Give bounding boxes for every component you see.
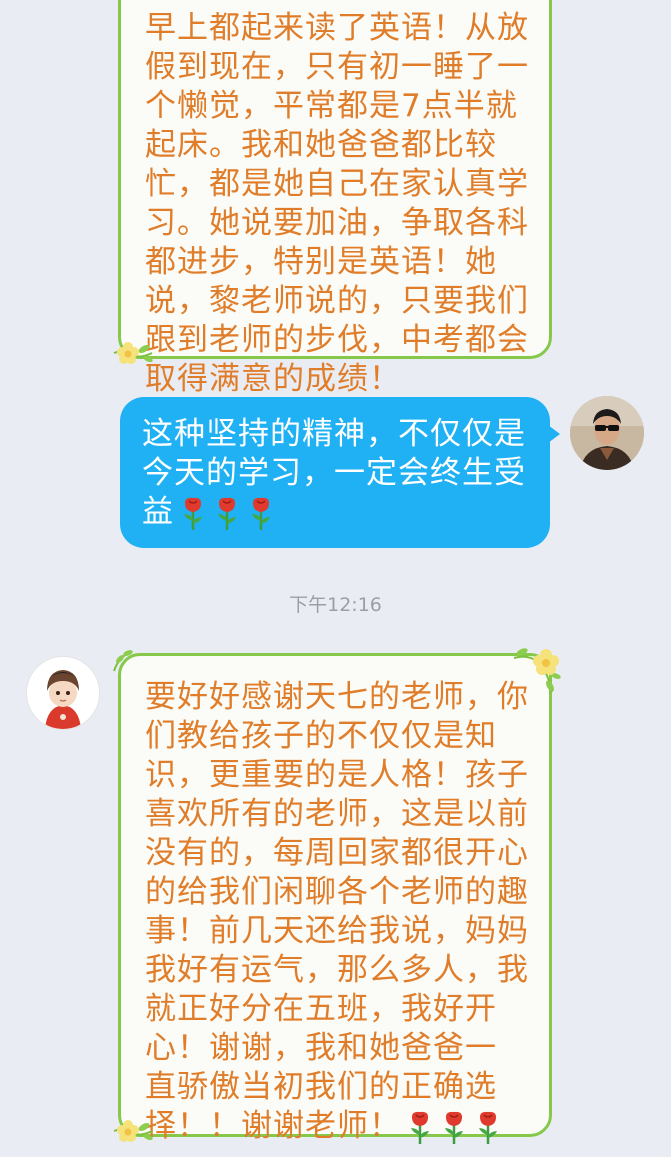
message-line: 都进步，特别是英语！她: [145, 244, 497, 280]
message-line: 起床。我和她爸爸都比较: [145, 127, 497, 163]
message-line: 个懒觉，平常都是7点半就: [145, 88, 518, 124]
message-line: 忙，都是她自己在家认真学: [145, 166, 529, 202]
message-line: 我好有运气，那么多人，我: [145, 952, 529, 988]
message-line: 直骄傲当初我们的正确选: [145, 1069, 497, 1105]
message-line-text: 益: [142, 494, 174, 530]
message-line: 跟到老师的步伐，中考都会: [145, 322, 529, 358]
message-bubble-incoming[interactable]: 要好好感谢天七的老师，你 们教给孩子的不仅仅是知 识，更重要的是人格！孩子 喜欢…: [118, 653, 552, 1144]
message-line: 喜欢所有的老师，这是以前: [145, 796, 529, 832]
rose-icon: [252, 497, 270, 530]
vine-icon: [113, 650, 133, 672]
message-line-last: 益: [142, 493, 532, 532]
message-line: 就正好分在五班，我好开: [145, 991, 497, 1027]
message-line: 这种坚持的精神，不仅仅是: [142, 416, 526, 452]
rose-icon: [445, 1111, 463, 1144]
flower-vine-icon: [513, 648, 561, 693]
flower-vine-icon: [113, 1120, 153, 1142]
rose-icon: [411, 1111, 429, 1144]
rose-icon: [218, 497, 236, 530]
avatar-image: [27, 657, 99, 729]
message-line: 取得满意的成绩！: [145, 361, 401, 397]
contact-avatar[interactable]: [26, 656, 100, 730]
message-line: 要好好感谢天七的老师，你: [145, 679, 529, 715]
rose-icon: [479, 1111, 497, 1144]
message-bubble-incoming[interactable]: 早上都起来读了英语！从放 假到现在，只有初一睡了一 个懒觉，平常都是7点半就 起…: [118, 0, 552, 397]
message-line: 早上都起来读了英语！从放: [145, 10, 529, 46]
rose-icon: [184, 497, 202, 530]
user-avatar[interactable]: [570, 396, 644, 470]
message-line: 的给我们闲聊各个老师的趣: [145, 874, 529, 910]
message-line: 习。她说要加油，争取各科: [145, 205, 529, 241]
message-line: 心！谢谢，我和她爸爸一: [145, 1030, 497, 1066]
message-line: 们教给孩子的不仅仅是知: [145, 718, 497, 754]
message-line: 说，黎老师说的，只要我们: [145, 283, 529, 319]
message-line: 今天的学习，一定会终生受: [142, 455, 526, 491]
message-timestamp: 下午12:16: [289, 594, 382, 616]
message-line: 没有的，每周回家都很开心: [145, 835, 529, 871]
message-line: 识，更重要的是人格！孩子: [145, 757, 529, 793]
message-line: 假到现在，只有初一睡了一: [145, 49, 529, 85]
message-line: 事！前几天还给我说，妈妈: [145, 913, 529, 949]
message-bubble-outgoing[interactable]: 这种坚持的精神，不仅仅是 今天的学习，一定会终生受 益: [120, 397, 560, 548]
message-line-text: 择！！谢谢老师！: [145, 1108, 401, 1144]
avatar-image: [570, 396, 644, 470]
message-line-last: 择！！谢谢老师！: [145, 1107, 531, 1146]
flower-vine-icon: [113, 342, 153, 364]
chat-view[interactable]: 早上都起来读了英语！从放 假到现在，只有初一睡了一 个懒觉，平常都是7点半就 起…: [0, 0, 671, 1157]
